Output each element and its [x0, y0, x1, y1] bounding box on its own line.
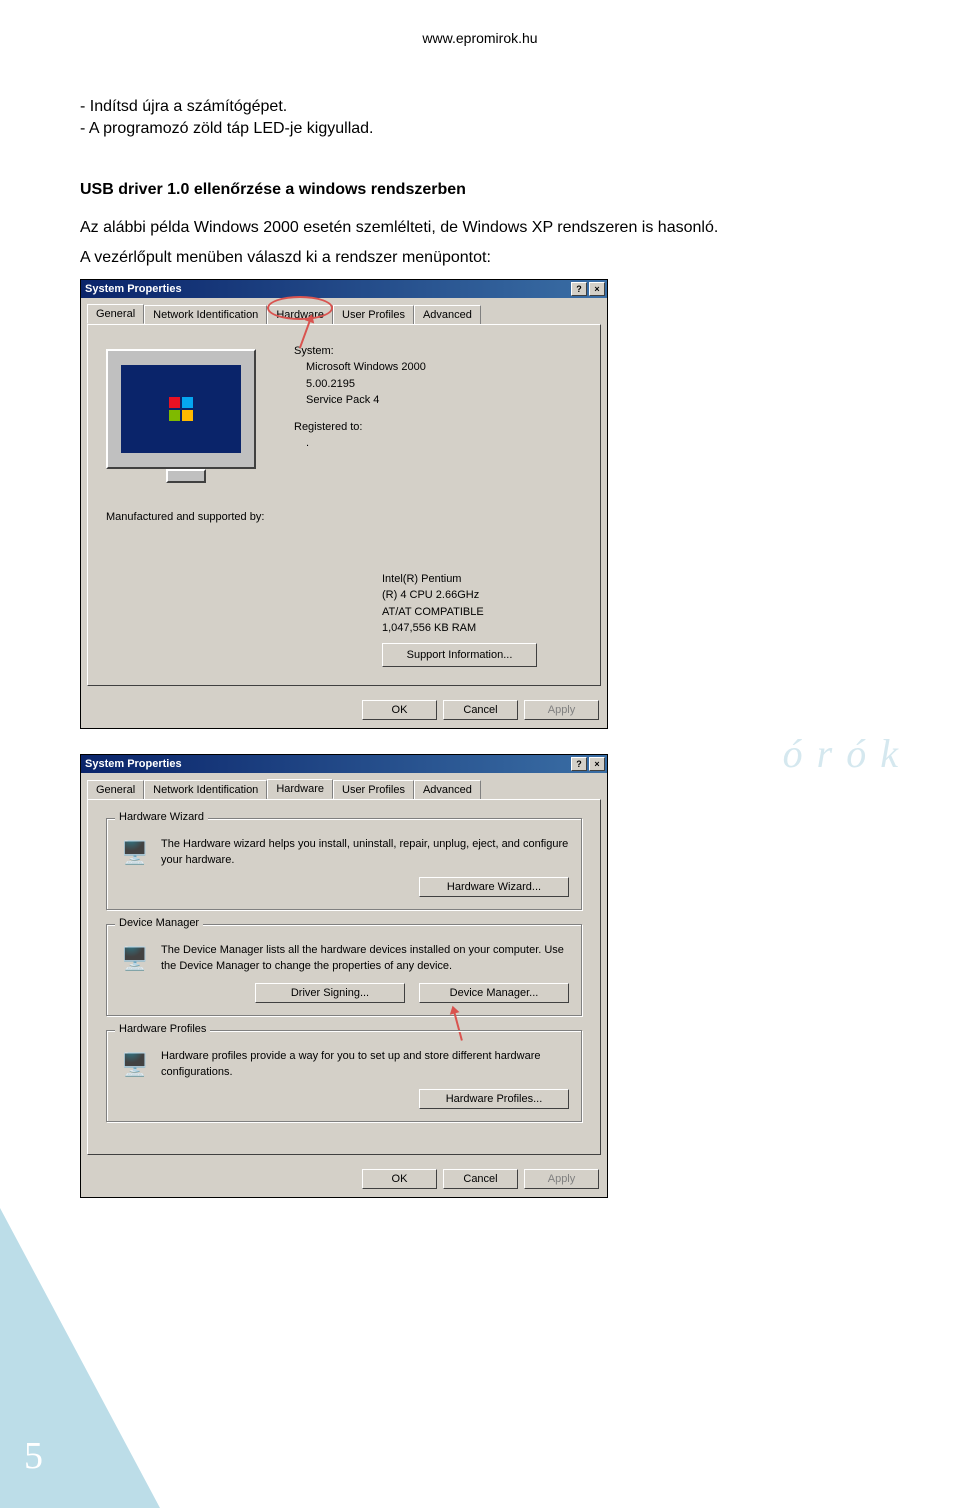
titlebar: System Properties ? ×: [81, 280, 607, 298]
help-button[interactable]: ?: [571, 282, 587, 296]
ram-line: 1,047,556 KB RAM: [382, 620, 582, 637]
apply-button[interactable]: Apply: [524, 700, 599, 720]
tab-network-identification[interactable]: Network Identification: [144, 305, 267, 325]
intro-line-1: - Indítsd újra a számítógépet.: [80, 98, 287, 115]
system-os: Microsoft Windows 2000: [306, 359, 426, 376]
driver-signing-button[interactable]: Driver Signing...: [255, 983, 405, 1003]
tab-user-profiles[interactable]: User Profiles: [333, 305, 414, 325]
device-manager-legend: Device Manager: [115, 917, 203, 929]
dialog-title: System Properties: [85, 758, 182, 770]
apply-button[interactable]: Apply: [524, 1169, 599, 1189]
hardware-profiles-legend: Hardware Profiles: [115, 1023, 210, 1035]
device-manager-group: Device Manager 🖥️ The Device Manager lis…: [106, 924, 582, 1016]
system-properties-dialog-hardware: System Properties ? × General Network Id…: [80, 754, 608, 1198]
intro-text: - Indítsd újra a számítógépet. - A progr…: [80, 96, 880, 141]
monitor-icon: [106, 349, 256, 469]
manufactured-label: Manufactured and supported by:: [106, 511, 582, 523]
tab-body-general: System: Microsoft Windows 2000 5.00.2195…: [87, 324, 601, 687]
system-version: 5.00.2195: [306, 376, 426, 393]
tab-advanced[interactable]: Advanced: [414, 305, 481, 325]
hardware-wizard-icon: 🖥️: [119, 837, 151, 869]
hardware-wizard-text: The Hardware wizard helps you install, u…: [161, 837, 569, 868]
hardware-wizard-legend: Hardware Wizard: [115, 811, 208, 823]
section-desc-1: Az alábbi példa Windows 2000 esetén szem…: [80, 219, 880, 237]
device-manager-text: The Device Manager lists all the hardwar…: [161, 943, 569, 974]
hardware-profiles-icon: 🖥️: [119, 1049, 151, 1081]
compat-line: AT/AT COMPATIBLE: [382, 604, 582, 621]
dialog-title: System Properties: [85, 283, 182, 295]
support-information-button[interactable]: Support Information...: [382, 643, 537, 668]
system-service-pack: Service Pack 4: [306, 392, 426, 409]
page-url: www.epromirok.hu: [80, 30, 880, 46]
tab-hardware[interactable]: Hardware: [267, 305, 333, 325]
system-info: System: Microsoft Windows 2000 5.00.2195…: [294, 343, 426, 483]
system-label: System:: [294, 343, 426, 360]
close-button[interactable]: ×: [589, 757, 605, 771]
system-properties-dialog-general: System Properties ? × General Network Id…: [80, 279, 608, 730]
tab-advanced[interactable]: Advanced: [414, 780, 481, 800]
help-button[interactable]: ?: [571, 757, 587, 771]
hardware-profiles-group: Hardware Profiles 🖥️ Hardware profiles p…: [106, 1030, 582, 1122]
device-manager-icon: 🖥️: [119, 943, 151, 975]
close-button[interactable]: ×: [589, 282, 605, 296]
hardware-profiles-button[interactable]: Hardware Profiles...: [419, 1089, 569, 1109]
tab-user-profiles[interactable]: User Profiles: [333, 780, 414, 800]
titlebar: System Properties ? ×: [81, 755, 607, 773]
cpu-line-2: (R) 4 CPU 2.66GHz: [382, 587, 582, 604]
tab-hardware[interactable]: Hardware: [267, 779, 333, 799]
tabstrip: General Network Identification Hardware …: [81, 773, 607, 799]
tab-general[interactable]: General: [87, 304, 144, 324]
tab-network-identification[interactable]: Network Identification: [144, 780, 267, 800]
hardware-profiles-text: Hardware profiles provide a way for you …: [161, 1049, 569, 1080]
ok-button[interactable]: OK: [362, 1169, 437, 1189]
tabstrip: General Network Identification Hardware …: [81, 298, 607, 324]
intro-line-2: - A programozó zöld táp LED-je kigyullad…: [80, 120, 373, 137]
section-desc-2: A vezérlőpult menüben válaszd ki a rends…: [80, 249, 880, 267]
cancel-button[interactable]: Cancel: [443, 700, 518, 720]
registered-value: .: [294, 435, 426, 452]
windows-logo-icon: [169, 397, 193, 421]
hardware-wizard-group: Hardware Wizard 🖥️ The Hardware wizard h…: [106, 818, 582, 910]
ok-button[interactable]: OK: [362, 700, 437, 720]
watermark-text: ó r ó k: [783, 730, 900, 777]
cpu-line-1: Intel(R) Pentium: [382, 571, 582, 588]
tab-general[interactable]: General: [87, 780, 144, 800]
cancel-button[interactable]: Cancel: [443, 1169, 518, 1189]
registered-label: Registered to:: [294, 419, 426, 436]
device-manager-button[interactable]: Device Manager...: [419, 983, 569, 1003]
page-number: 5: [24, 1434, 43, 1478]
hardware-wizard-button[interactable]: Hardware Wizard...: [419, 877, 569, 897]
tab-body-hardware: Hardware Wizard 🖥️ The Hardware wizard h…: [87, 799, 601, 1155]
section-heading: USB driver 1.0 ellenőrzése a windows ren…: [80, 181, 880, 199]
